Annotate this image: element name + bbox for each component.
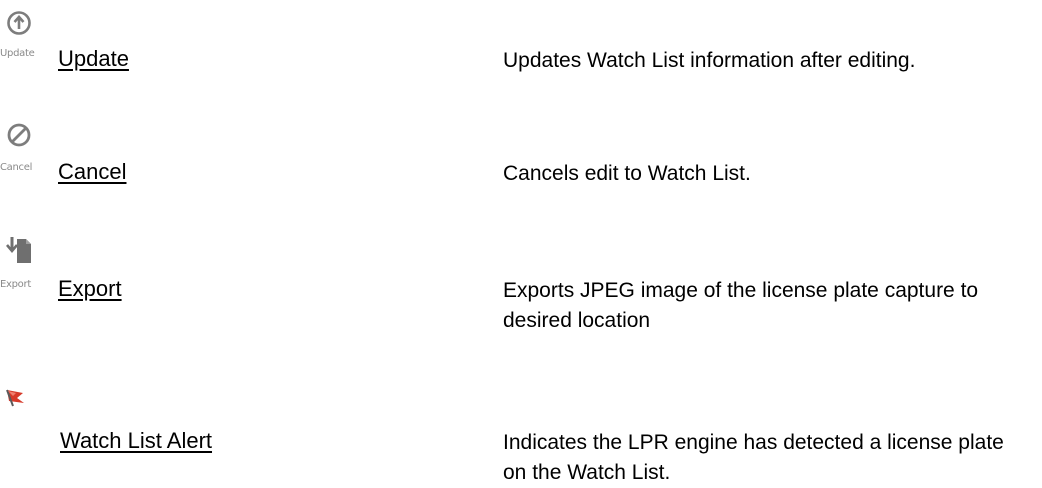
export-button-icon-group[interactable]: Export xyxy=(0,236,54,296)
cancel-button-icon-group[interactable]: Cancel xyxy=(0,122,54,182)
watch-list-alert-link[interactable]: Watch List Alert xyxy=(60,428,212,454)
cancel-description: Cancels edit to Watch List. xyxy=(503,162,751,185)
export-link[interactable]: Export xyxy=(58,276,122,302)
row-export: Export Export Exports JPEG image of the … xyxy=(0,236,1042,346)
update-button-icon-group[interactable]: Update xyxy=(0,10,54,70)
watch-list-alert-icon-group[interactable] xyxy=(0,388,54,448)
row-update: Update Update Updates Watch List informa… xyxy=(0,10,1042,80)
export-description: Exports JPEG image of the license plate … xyxy=(503,279,979,332)
update-description: Updates Watch List information after edi… xyxy=(503,49,916,72)
update-icon-caption: Update xyxy=(0,48,35,59)
update-link[interactable]: Update xyxy=(58,46,129,72)
cancel-icon[interactable] xyxy=(6,122,32,153)
watch-list-alert-flag-icon[interactable] xyxy=(4,388,26,417)
cancel-icon-caption: Cancel xyxy=(0,162,33,173)
row-cancel: Cancel Cancel Cancels edit to Watch List… xyxy=(0,122,1042,192)
update-icon[interactable] xyxy=(6,10,32,41)
cancel-link[interactable]: Cancel xyxy=(58,159,126,185)
watch-list-alert-description: Indicates the LPR engine has detected a … xyxy=(503,431,1004,484)
row-watch-list-alert: Watch List Alert Indicates the LPR engin… xyxy=(0,388,1042,488)
export-icon[interactable] xyxy=(6,236,32,271)
export-icon-caption: Export xyxy=(0,279,31,290)
